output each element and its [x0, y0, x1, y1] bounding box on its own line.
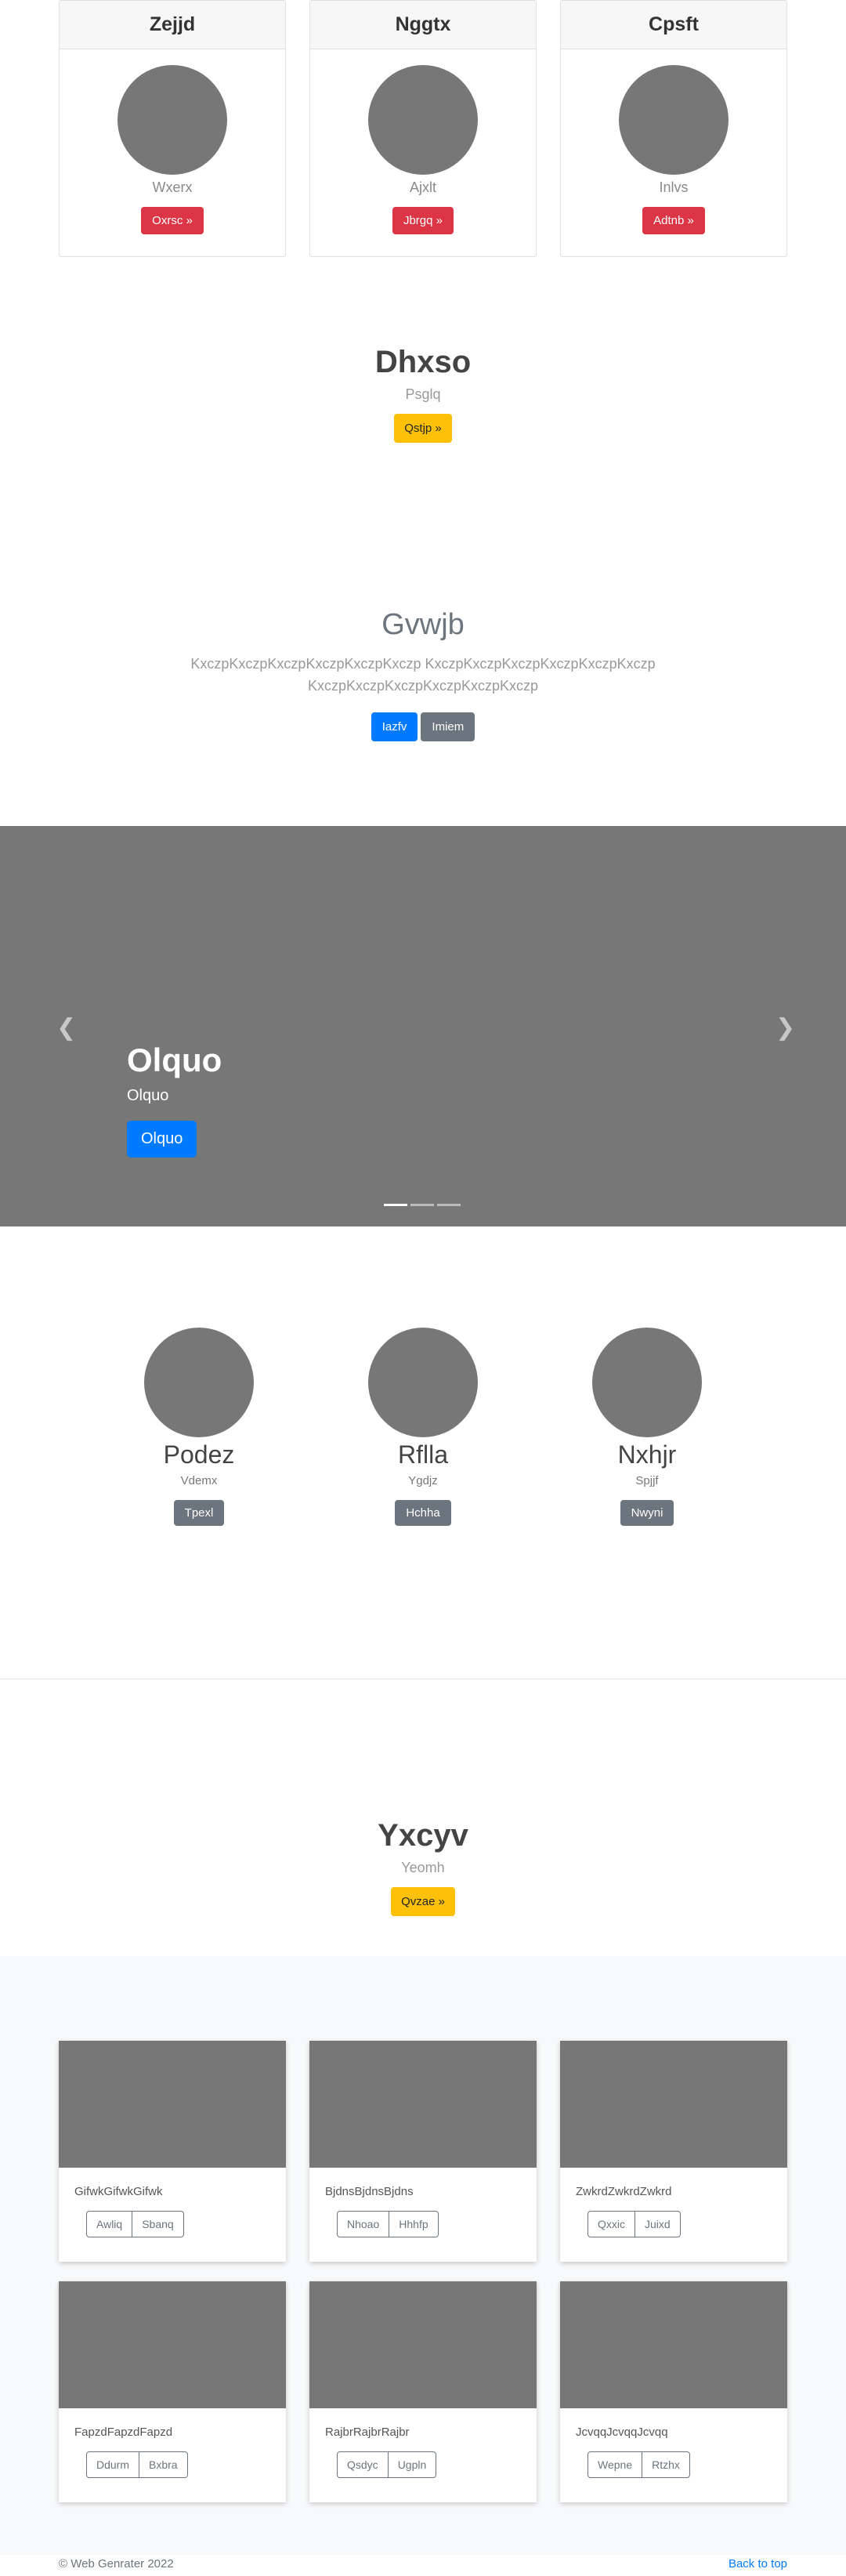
- card-thumbnail: [560, 2281, 787, 2408]
- card-thumbnail: [309, 2041, 537, 2168]
- pricing-card: Zejjd Wxerx Oxrsc »: [59, 0, 286, 257]
- jumbotron-buttons: Iazfv Imiem: [0, 712, 846, 741]
- card-thumbnail: [59, 2281, 286, 2408]
- card-button[interactable]: Hhhfp: [389, 2211, 439, 2237]
- card-text: JcvqqJcvqqJcvqq: [576, 2426, 668, 2439]
- pricing-card-subtitle: Wxerx: [152, 179, 193, 195]
- pricing-card-button[interactable]: Oxrsc »: [141, 207, 204, 234]
- pricing-card: Cpsft Inlvs Adtnb »: [560, 0, 787, 257]
- marketing-name: Nxhjr: [617, 1440, 677, 1469]
- pricing-card-subtitle: Ajxlt: [409, 179, 436, 195]
- card-text: ZwkrdZwkrdZwkrd: [576, 2185, 672, 2198]
- carousel-indicators: [384, 1204, 461, 1206]
- jumbotron-title: Gvwjb: [381, 608, 465, 641]
- carousel-indicator[interactable]: [437, 1204, 461, 1206]
- card-button-group: Wepne Rtzhx: [588, 2451, 787, 2478]
- hero-subtitle: Psglq: [405, 386, 441, 402]
- album-grid: GifwkGifwkGifwk Awliq Sbanq BjdnsBjdnsBj…: [59, 2041, 787, 2502]
- pricing-card-subtitle: Inlvs: [659, 179, 689, 195]
- card-thumbnail: [560, 2041, 787, 2168]
- hero-title: Dhxso: [374, 345, 472, 379]
- album-card: FapzdFapzdFapzd Ddurm Bxbra: [59, 2281, 286, 2502]
- hero-subtitle: Yeomh: [401, 1860, 445, 1875]
- card-button[interactable]: Qsdyc: [337, 2451, 389, 2478]
- card-text: RajbrRajbrRajbr: [325, 2426, 410, 2439]
- marketing-button[interactable]: Nwyni: [620, 1500, 674, 1526]
- marketing-column: Rflla Ygdjz Hchha: [368, 1328, 478, 1526]
- avatar-placeholder: [118, 65, 227, 175]
- carousel-title: Olquo: [127, 1042, 222, 1078]
- avatar-placeholder: [619, 65, 728, 175]
- card-button-group: Nhoao Hhhfp: [337, 2211, 537, 2237]
- chevron-left-icon[interactable]: ❮: [56, 1014, 76, 1042]
- marketing-button[interactable]: Tpexl: [173, 1500, 225, 1526]
- card-button[interactable]: Awliq: [86, 2211, 133, 2237]
- carousel-indicator[interactable]: [410, 1204, 434, 1206]
- avatar-placeholder: [368, 65, 478, 175]
- card-button[interactable]: Ddurm: [86, 2451, 140, 2478]
- hero-title: Yxcyv: [378, 1818, 468, 1853]
- hero-section: Yxcyv Yeomh Qvzae »: [0, 1818, 846, 1916]
- album-card: RajbrRajbrRajbr Qsdyc Ugpln: [309, 2281, 537, 2502]
- marketing-subtitle: Vdemx: [180, 1474, 218, 1487]
- card-thumbnail: [59, 2041, 286, 2168]
- card-button[interactable]: Ugpln: [388, 2451, 437, 2478]
- avatar-placeholder: [592, 1328, 702, 1437]
- card-button-group: Qsdyc Ugpln: [337, 2451, 537, 2478]
- pricing-card-title: Zejjd: [60, 1, 285, 49]
- carousel-caption: Olquo Olquo Olquo: [127, 1042, 222, 1158]
- card-button-group: Awliq Sbanq: [86, 2211, 286, 2237]
- album-card: BjdnsBjdnsBjdns Nhoao Hhhfp: [309, 2041, 537, 2262]
- avatar-placeholder: [368, 1328, 478, 1437]
- album-card: JcvqqJcvqqJcvqq Wepne Rtzhx: [560, 2281, 787, 2502]
- marketing-subtitle: Ygdjz: [408, 1474, 438, 1487]
- back-to-top-link[interactable]: Back to top: [728, 2557, 787, 2571]
- pricing-card-button[interactable]: Jbrgq »: [392, 207, 454, 234]
- card-button[interactable]: Rtzhx: [642, 2451, 690, 2478]
- card-button-group: Qxxic Juixd: [588, 2211, 787, 2237]
- copyright-text: © Web Genrater 2022: [59, 2557, 174, 2571]
- marketing-button[interactable]: Hchha: [395, 1500, 451, 1526]
- album-section: GifwkGifwkGifwk Awliq Sbanq BjdnsBjdnsBj…: [0, 1956, 846, 2555]
- hero-section: Dhxso Psglq Qstjp »: [0, 345, 846, 443]
- page: Zejjd Wxerx Oxrsc » Nggtx Ajxlt Jbrgq » …: [0, 0, 846, 2576]
- jumbotron-primary-button[interactable]: Iazfv: [371, 712, 418, 741]
- marketing-column: Nxhjr Spjjf Nwyni: [592, 1328, 702, 1526]
- avatar-placeholder: [144, 1328, 254, 1437]
- pricing-card: Nggtx Ajxlt Jbrgq »: [309, 0, 537, 257]
- album-card: GifwkGifwkGifwk Awliq Sbanq: [59, 2041, 286, 2262]
- card-button[interactable]: Bxbra: [139, 2451, 188, 2478]
- marketing-subtitle: Spjjf: [635, 1474, 659, 1487]
- jumbotron-lead: KxczpKxczpKxczpKxczpKxczpKxczp KxczpKxcz…: [190, 656, 656, 694]
- marketing-name: Podez: [163, 1440, 235, 1469]
- card-button[interactable]: Wepne: [588, 2451, 643, 2478]
- hero-button[interactable]: Qvzae »: [391, 1887, 455, 1916]
- card-text: BjdnsBjdnsBjdns: [325, 2185, 414, 2198]
- marketing-column: Podez Vdemx Tpexl: [144, 1328, 254, 1526]
- marketing-name: Rflla: [397, 1440, 448, 1469]
- carousel-button[interactable]: Olquo: [127, 1121, 197, 1158]
- album-card: ZwkrdZwkrdZwkrd Qxxic Juixd: [560, 2041, 787, 2262]
- marketing-row: Podez Vdemx Tpexl Rflla Ygdjz Hchha Nxhj…: [0, 1328, 846, 1526]
- hero-button[interactable]: Qstjp »: [394, 414, 452, 443]
- card-thumbnail: [309, 2281, 537, 2408]
- card-text: GifwkGifwkGifwk: [74, 2185, 163, 2198]
- pricing-card-title: Cpsft: [561, 1, 786, 49]
- pricing-cards: Zejjd Wxerx Oxrsc » Nggtx Ajxlt Jbrgq » …: [59, 0, 787, 257]
- pricing-card-title: Nggtx: [310, 1, 536, 49]
- footer: © Web Genrater 2022 Back to top: [0, 2555, 846, 2576]
- card-text: FapzdFapzdFapzd: [74, 2426, 173, 2439]
- pricing-card-button[interactable]: Adtnb »: [642, 207, 705, 234]
- card-button[interactable]: Qxxic: [588, 2211, 635, 2237]
- chevron-right-icon[interactable]: ❯: [776, 1014, 795, 1042]
- carousel-text: Olquo: [127, 1087, 169, 1104]
- card-button[interactable]: Nhoao: [337, 2211, 390, 2237]
- card-button-group: Ddurm Bxbra: [86, 2451, 286, 2478]
- carousel-indicator[interactable]: [384, 1204, 407, 1206]
- card-button[interactable]: Juixd: [635, 2211, 681, 2237]
- jumbotron: Gvwjb KxczpKxczpKxczpKxczpKxczpKxczp Kxc…: [0, 608, 846, 741]
- carousel: ❮ ❯ Olquo Olquo Olquo: [0, 826, 846, 1226]
- jumbotron-secondary-button[interactable]: Imiem: [421, 712, 475, 741]
- card-button[interactable]: Sbanq: [132, 2211, 184, 2237]
